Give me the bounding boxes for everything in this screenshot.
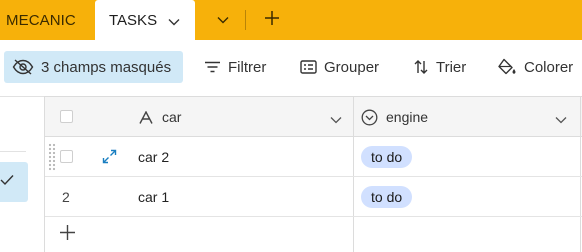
cell-car[interactable]: car 2	[138, 137, 169, 177]
group-list-icon	[300, 60, 317, 74]
chevron-down-icon	[217, 11, 229, 29]
sort-arrows-icon	[413, 59, 429, 75]
filter-label: Filtrer	[228, 58, 267, 76]
tab-tasks-label: TASKS	[109, 11, 158, 29]
records-grid: car engine car 2 to do 2 car 1 to do	[44, 96, 582, 252]
cell-car[interactable]: car 1	[138, 177, 169, 217]
chevron-down-icon[interactable]	[168, 13, 180, 30]
column-divider[interactable]	[353, 97, 354, 136]
column-divider	[580, 217, 581, 252]
chevron-down-icon[interactable]	[555, 111, 567, 129]
row-number: 2	[62, 189, 70, 205]
tab-mecanic[interactable]: MECANIC	[0, 0, 88, 40]
tab-divider	[245, 10, 246, 30]
column-header-engine[interactable]: engine	[361, 97, 428, 137]
column-divider	[353, 217, 354, 252]
table-row[interactable]: car 2 to do	[45, 137, 582, 177]
table-tabs-bar: MECANIC TASKS	[0, 0, 582, 40]
column-header-car[interactable]: car	[139, 97, 181, 137]
filter-button[interactable]: Filtrer	[204, 51, 266, 83]
status-pill[interactable]: to do	[361, 146, 413, 168]
grid-header-row: car engine	[45, 97, 582, 137]
plus-icon[interactable]	[59, 224, 76, 246]
group-label: Grouper	[324, 58, 380, 76]
more-tables-button[interactable]	[205, 0, 241, 40]
sidebar-item-selected[interactable]	[0, 162, 28, 202]
chevron-down-icon[interactable]	[330, 111, 342, 129]
paint-bucket-icon	[497, 58, 517, 76]
status-pill[interactable]: to do	[361, 186, 413, 208]
view-toolbar: 3 champs masqués Filtrer Grouper Trier C…	[0, 40, 582, 96]
group-button[interactable]: Grouper	[300, 51, 379, 83]
column-divider	[353, 137, 354, 176]
sidebar-divider	[0, 151, 26, 152]
expand-record-icon[interactable]	[102, 149, 117, 169]
add-row[interactable]	[45, 217, 582, 252]
drag-handle-icon[interactable]	[48, 143, 56, 176]
color-label: Colorer	[524, 58, 574, 76]
add-table-button[interactable]	[258, 0, 286, 40]
tab-tasks[interactable]: TASKS	[95, 0, 195, 40]
sort-label: Trier	[436, 58, 467, 76]
column-divider	[580, 177, 581, 216]
column-header-engine-label: engine	[386, 109, 429, 125]
eye-slash-icon	[12, 59, 34, 75]
column-divider	[580, 97, 581, 136]
column-divider	[353, 177, 354, 216]
checkmark-icon	[0, 173, 14, 191]
tab-mecanic-label: MECANIC	[6, 11, 76, 29]
hidden-fields-label: 3 champs masqués	[41, 58, 172, 76]
table-row[interactable]: 2 car 1 to do	[45, 177, 582, 217]
column-divider	[580, 137, 581, 176]
left-sidebar	[0, 96, 44, 252]
text-field-icon	[139, 110, 153, 124]
filter-lines-icon	[204, 61, 221, 73]
column-header-car-label: car	[162, 109, 182, 125]
select-all-checkbox[interactable]	[60, 110, 73, 123]
sort-button[interactable]: Trier	[413, 51, 466, 83]
single-select-icon	[361, 109, 378, 126]
row-checkbox[interactable]	[60, 150, 73, 163]
color-button[interactable]: Colorer	[497, 51, 573, 83]
plus-icon	[264, 10, 280, 31]
hidden-fields-button[interactable]: 3 champs masqués	[4, 51, 183, 83]
